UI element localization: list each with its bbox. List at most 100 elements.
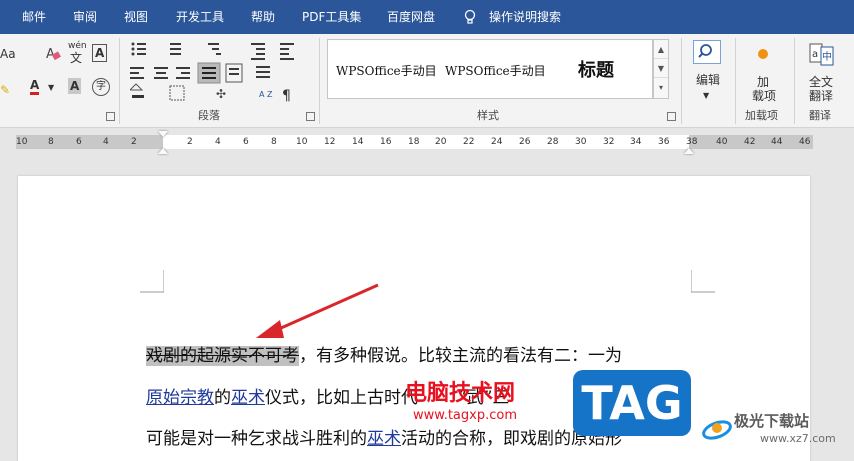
annotation-arrow-icon (256, 283, 379, 338)
ruler-number: 42 (744, 137, 756, 147)
menu-bar: 邮件 审阅 视图 开发工具 帮助 PDF工具集 百度网盘 操作说明搜索 (0, 0, 854, 34)
ruler-number: 18 (408, 137, 420, 147)
ruler-number: 38 (686, 137, 698, 147)
sort-button[interactable]: A Z (259, 90, 273, 99)
chevron-down-icon[interactable]: ▼ (48, 80, 54, 96)
ruler-number: 24 (491, 137, 503, 147)
search-help[interactable]: 操作说明搜索 (489, 0, 561, 34)
translate-label-2[interactable]: 翻译 (809, 88, 833, 104)
style-item-heading[interactable]: 标题 (578, 56, 614, 82)
show-marks-icon[interactable]: ¶ (282, 88, 291, 104)
change-case-button[interactable]: Aa (0, 46, 16, 62)
ruler-number: 14 (352, 137, 364, 147)
ruler-number: 34 (630, 137, 642, 147)
clear-format-icon[interactable]: A (44, 44, 62, 62)
phonetic-guide-button[interactable]: 文 (70, 50, 82, 66)
hanging-indent-marker[interactable] (158, 148, 168, 154)
svg-text:中: 中 (822, 50, 832, 63)
group-divider (681, 38, 682, 124)
hyperlink[interactable]: 巫术 (367, 429, 401, 449)
menu-review[interactable]: 审阅 (73, 0, 97, 34)
menu-pdf-tools[interactable]: PDF工具集 (302, 0, 361, 34)
selected-text[interactable]: 戏剧的起源实不可考 (146, 346, 299, 366)
margin-corner-mark (691, 270, 715, 293)
menu-mail[interactable]: 邮件 (22, 0, 46, 34)
ruler-number: 8 (271, 137, 277, 147)
watermark-url: www.tagxp.com (413, 408, 517, 423)
svg-text:a: a (812, 49, 818, 60)
ruler-number: 28 (547, 137, 559, 147)
ruler-number: 36 (658, 137, 670, 147)
ruler-number: 26 (519, 137, 531, 147)
highlight-pen-icon[interactable]: ✎ (0, 82, 10, 98)
ruler-number: 12 (324, 137, 336, 147)
ruler-number: 40 (716, 137, 728, 147)
addin-group-label: 加载项 (745, 109, 778, 122)
ruler-number: 10 (296, 137, 308, 147)
body-text: 可能是对一种乞求战斗胜利的 (146, 429, 367, 449)
styles-group-label: 样式 (477, 109, 499, 122)
horizontal-ruler[interactable]: 10 8 6 4 2 2 4 6 8 10 12 14 16 18 20 22 … (0, 128, 854, 158)
addin-icon[interactable] (758, 49, 768, 59)
group-divider (735, 38, 736, 124)
styles-scrollbar[interactable]: ▲ ▼ ▾ (653, 39, 669, 99)
hyperlink[interactable]: 巫术 (231, 388, 265, 408)
translate-icon[interactable]: a 中 (808, 42, 836, 68)
watermark-tag-logo: TAG (573, 370, 691, 436)
watermark-site-name: 极光下载站 (734, 412, 810, 430)
menu-view[interactable]: 视图 (124, 0, 148, 34)
body-text: 仪式，比如上古时代 (265, 388, 418, 408)
addin-label-2[interactable]: 载项 (752, 88, 776, 104)
body-text: ，有多种假说。比较主流的看法有二：一为 (299, 346, 622, 366)
ribbon: Aa A wén 文 A ✎ A ▼ A 字 ✣ A Z ¶ 段落 WPSOff… (0, 34, 854, 128)
more-icon[interactable]: ▾ (654, 78, 668, 97)
menu-help[interactable]: 帮助 (251, 0, 275, 34)
paragraph-line[interactable]: 戏剧的起源实不可考，有多种假说。比较主流的看法有二：一为 (146, 344, 622, 368)
ruler-number: 20 (435, 137, 447, 147)
edit-button[interactable] (693, 40, 721, 64)
ruler-number: 30 (575, 137, 587, 147)
hyperlink[interactable]: 原始宗教 (146, 388, 214, 408)
group-divider (119, 38, 120, 124)
character-shading-button[interactable]: A (68, 78, 82, 94)
ruler-number: 6 (243, 137, 249, 147)
chevron-up-icon[interactable]: ▲ (654, 40, 668, 59)
menu-baidu-netdisk[interactable]: 百度网盘 (387, 0, 435, 34)
font-dialog-launcher[interactable] (106, 112, 115, 121)
ruler-number: 46 (799, 137, 811, 147)
ruler-number: 44 (771, 137, 783, 147)
ruler-number: 22 (463, 137, 475, 147)
style-item-1[interactable]: WPSOffice手动目 (336, 62, 437, 79)
edit-label[interactable]: 编辑 (696, 72, 720, 88)
ruler-number: 8 (48, 137, 54, 147)
group-divider (794, 38, 795, 124)
character-border-button[interactable]: A (92, 44, 108, 62)
search-icon (698, 44, 712, 58)
svg-text:✣: ✣ (216, 87, 226, 101)
ruler-number: 2 (187, 137, 193, 147)
chevron-down-icon[interactable]: ▼ (703, 88, 709, 104)
ruler-number: 32 (603, 137, 615, 147)
enclose-char-button[interactable]: 字 (92, 78, 110, 96)
body-text: 的 (214, 388, 231, 408)
paragraph-line[interactable]: 可能是对一种乞求战斗胜利的巫术活动的合称，即戏剧的原始形 (146, 427, 622, 451)
menu-developer[interactable]: 开发工具 (176, 0, 224, 34)
translate-group-label: 翻译 (809, 109, 831, 122)
font-color-button[interactable]: A (30, 78, 40, 95)
right-indent-marker[interactable] (684, 148, 694, 154)
styles-dialog-launcher[interactable] (667, 112, 676, 121)
ruler-number: 10 (16, 137, 28, 147)
ruler-number: 16 (380, 137, 392, 147)
paragraph-group-label: 段落 (198, 109, 220, 122)
ruler-number: 4 (103, 137, 109, 147)
first-line-indent-marker[interactable] (158, 131, 168, 137)
lightbulb-icon (464, 9, 476, 24)
watermark-site-url: www.xz7.com (760, 432, 836, 445)
ruler-number: 6 (76, 137, 82, 147)
group-divider (319, 38, 320, 124)
paragraph-dialog-launcher[interactable] (306, 112, 315, 121)
styles-gallery[interactable]: WPSOffice手动目 WPSOffice手动目 标题 (327, 39, 653, 99)
style-item-2[interactable]: WPSOffice手动目 (445, 62, 546, 79)
aurora-logo-icon (702, 420, 732, 440)
chevron-down-icon[interactable]: ▼ (654, 59, 668, 78)
